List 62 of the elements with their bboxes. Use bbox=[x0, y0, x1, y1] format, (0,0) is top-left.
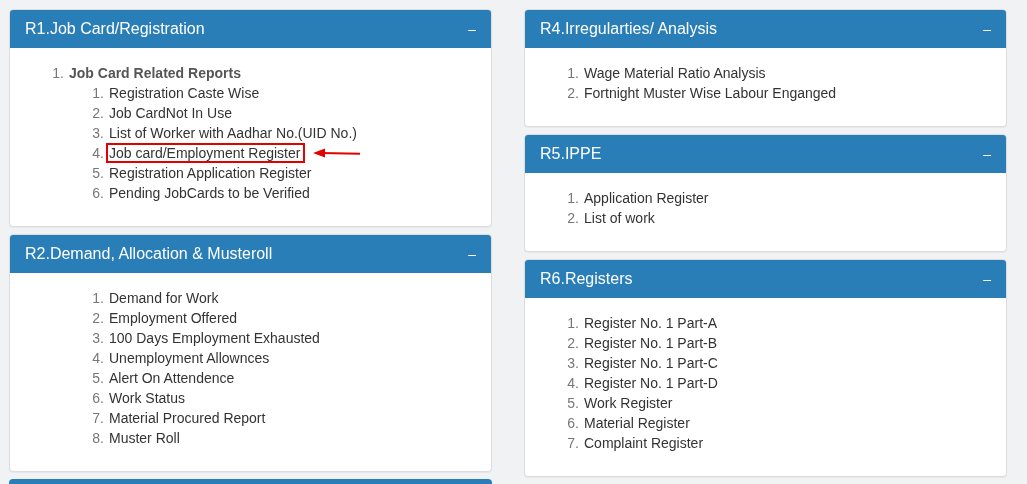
report-link[interactable]: Application Register bbox=[584, 189, 709, 207]
list-number: 5. bbox=[91, 370, 104, 386]
list-number: 4. bbox=[91, 350, 104, 366]
report-link[interactable]: Job CardNot In Use bbox=[109, 104, 232, 122]
list-number: 2. bbox=[91, 105, 104, 121]
panel-title: R4.Irregularties/ Analysis bbox=[540, 19, 717, 38]
report-link[interactable]: Material Procured Report bbox=[109, 409, 266, 427]
list-number: 2. bbox=[91, 310, 104, 326]
list-number: 3. bbox=[566, 355, 579, 371]
panel-title: R5.IPPE bbox=[540, 144, 602, 163]
collapse-toggle[interactable]: – bbox=[983, 20, 991, 37]
report-link[interactable]: Unemployment Allownces bbox=[109, 349, 270, 367]
report-link[interactable]: Complaint Register bbox=[584, 434, 704, 452]
list-number: 1. bbox=[566, 315, 579, 331]
report-link[interactable]: Alert On Attendence bbox=[109, 369, 235, 387]
list-number: 4. bbox=[566, 375, 579, 391]
list-number: 1. bbox=[91, 85, 104, 101]
report-link[interactable]: Registration Caste Wise bbox=[109, 84, 260, 102]
report-link[interactable]: Register No. 1 Part-D bbox=[584, 374, 718, 392]
list-number: 1. bbox=[91, 290, 104, 306]
report-link[interactable]: Fortnight Muster Wise Labour Enganged bbox=[584, 84, 837, 102]
list-number: 7. bbox=[566, 435, 579, 451]
panel-title: R2.Demand, Allocation & Musteroll bbox=[25, 244, 273, 263]
report-link[interactable]: Material Register bbox=[584, 414, 690, 432]
list-number: 6. bbox=[91, 185, 104, 201]
list-number: 3. bbox=[91, 125, 104, 141]
list-number: 8. bbox=[91, 430, 104, 446]
report-link[interactable]: List of Worker with Aadhar No.(UID No.) bbox=[109, 124, 357, 142]
list-number: 1. bbox=[566, 65, 579, 81]
report-link[interactable]: Register No. 1 Part-B bbox=[584, 334, 718, 352]
list-number: 2. bbox=[566, 335, 579, 351]
report-link[interactable]: Register No. 1 Part-C bbox=[584, 354, 718, 372]
list-number: 5. bbox=[566, 395, 579, 411]
list-number: 3. bbox=[91, 330, 104, 346]
report-link[interactable]: Work Register bbox=[584, 394, 673, 412]
list-number: 5. bbox=[91, 165, 104, 181]
report-link[interactable]: Registration Application Register bbox=[109, 164, 312, 182]
report-link[interactable]: 100 Days Employment Exhausted bbox=[109, 329, 320, 347]
report-link[interactable]: Register No. 1 Part-A bbox=[584, 314, 718, 332]
report-link[interactable]: Muster Roll bbox=[109, 429, 180, 447]
report-link[interactable]: Job Card Related Reports bbox=[69, 64, 241, 82]
report-link[interactable]: Pending JobCards to be Verified bbox=[109, 184, 310, 202]
collapse-toggle[interactable]: – bbox=[468, 245, 476, 262]
list-number: 2. bbox=[566, 210, 579, 226]
list-number: 6. bbox=[566, 415, 579, 431]
report-link[interactable]: Work Status bbox=[109, 389, 185, 407]
report-link[interactable]: Employment Offered bbox=[109, 309, 238, 327]
collapse-toggle[interactable]: – bbox=[468, 20, 476, 37]
list-number: 7. bbox=[91, 410, 104, 426]
report-link[interactable]: Wage Material Ratio Analysis bbox=[584, 64, 766, 82]
list-number: 1. bbox=[566, 190, 579, 206]
panel-title: R1.Job Card/Registration bbox=[25, 19, 205, 38]
panel-title: R6.Registers bbox=[540, 269, 633, 288]
collapse-toggle[interactable]: – bbox=[983, 270, 991, 287]
report-link[interactable]: Demand for Work bbox=[109, 289, 219, 307]
list-number: 4. bbox=[91, 145, 104, 161]
collapse-toggle[interactable]: – bbox=[983, 145, 991, 162]
report-link[interactable]: Job card/Employment Register bbox=[106, 143, 306, 163]
list-number: 6. bbox=[91, 390, 104, 406]
report-link[interactable]: List of work bbox=[584, 209, 655, 227]
list-number: 1. bbox=[51, 65, 64, 81]
list-number: 2. bbox=[566, 85, 579, 101]
